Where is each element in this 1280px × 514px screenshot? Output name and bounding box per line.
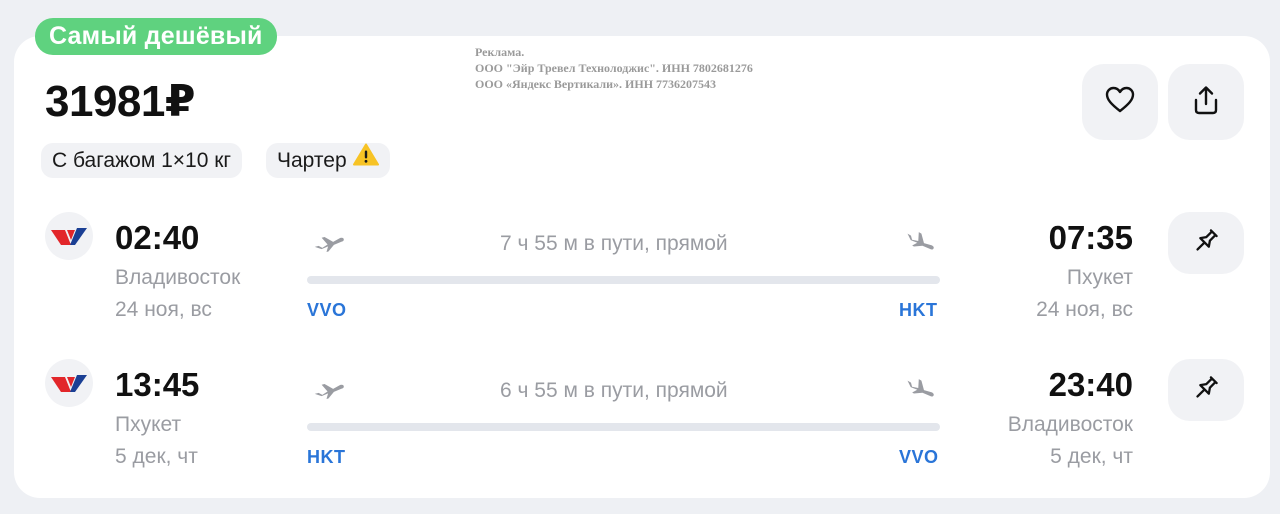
pin-button[interactable]: [1168, 212, 1244, 274]
takeoff-icon: [312, 229, 346, 255]
arrival-airport-code[interactable]: HKT: [899, 300, 938, 321]
baggage-tag-label: С багажом 1×10 кг: [52, 149, 232, 172]
landing-icon: [903, 229, 937, 255]
share-icon: [1192, 85, 1220, 120]
arrival-city: Пхукет: [1066, 266, 1133, 289]
pin-icon: [1192, 227, 1220, 260]
price-amount: 31981: [45, 77, 165, 126]
arrival-time: 23:40: [1048, 366, 1133, 403]
flight-duration: 6 ч 55 м в пути, прямой: [500, 379, 728, 402]
favorite-button[interactable]: [1082, 64, 1158, 140]
arrival-time: 07:35: [1048, 219, 1133, 256]
ad-line: ООО "Эйр Тревел Технолоджис". ИНН 780268…: [475, 61, 753, 75]
cheapest-badge: Самый дешёвый: [35, 18, 277, 55]
arrival-date: 24 ноя, вс: [1036, 298, 1133, 321]
airline-logo: [45, 359, 93, 407]
charter-tag[interactable]: Чартер: [266, 143, 390, 178]
heart-icon: [1105, 86, 1135, 119]
departure-time: 02:40: [115, 219, 200, 256]
arrival-airport-code[interactable]: VVO: [899, 447, 939, 468]
airline-logo: [45, 212, 93, 260]
departure-airport-code[interactable]: HKT: [307, 447, 346, 468]
ad-disclaimer: Реклама. ООО "Эйр Тревел Технолоджис". И…: [475, 44, 753, 92]
warning-icon: [352, 142, 379, 177]
route-line: [307, 276, 940, 284]
pin-icon: [1192, 374, 1220, 407]
landing-icon: [903, 376, 937, 402]
arrival-city: Владивосток: [1007, 413, 1133, 436]
takeoff-icon: [312, 376, 346, 402]
share-button[interactable]: [1168, 64, 1244, 140]
charter-tag-label: Чартер: [277, 149, 347, 172]
departure-time: 13:45: [115, 366, 200, 403]
departure-airport-code[interactable]: VVO: [307, 300, 347, 321]
departure-city: Владивосток: [115, 266, 241, 289]
flight-duration: 7 ч 55 м в пути, прямой: [500, 232, 728, 255]
departure-city: Пхукет: [115, 413, 182, 436]
price-currency: ₽: [164, 77, 196, 126]
arrival-date: 5 дек, чт: [1050, 445, 1133, 468]
pin-button[interactable]: [1168, 359, 1244, 421]
route-line: [307, 423, 940, 431]
baggage-tag: С багажом 1×10 кг: [41, 143, 243, 178]
ad-line: ООО «Яндекс Вертикали». ИНН 7736207543: [475, 77, 717, 91]
departure-date: 5 дек, чт: [115, 445, 198, 468]
departure-date: 24 ноя, вс: [115, 298, 212, 321]
ad-line: Реклама.: [475, 45, 525, 59]
ticket-price: 31981₽: [45, 76, 195, 127]
